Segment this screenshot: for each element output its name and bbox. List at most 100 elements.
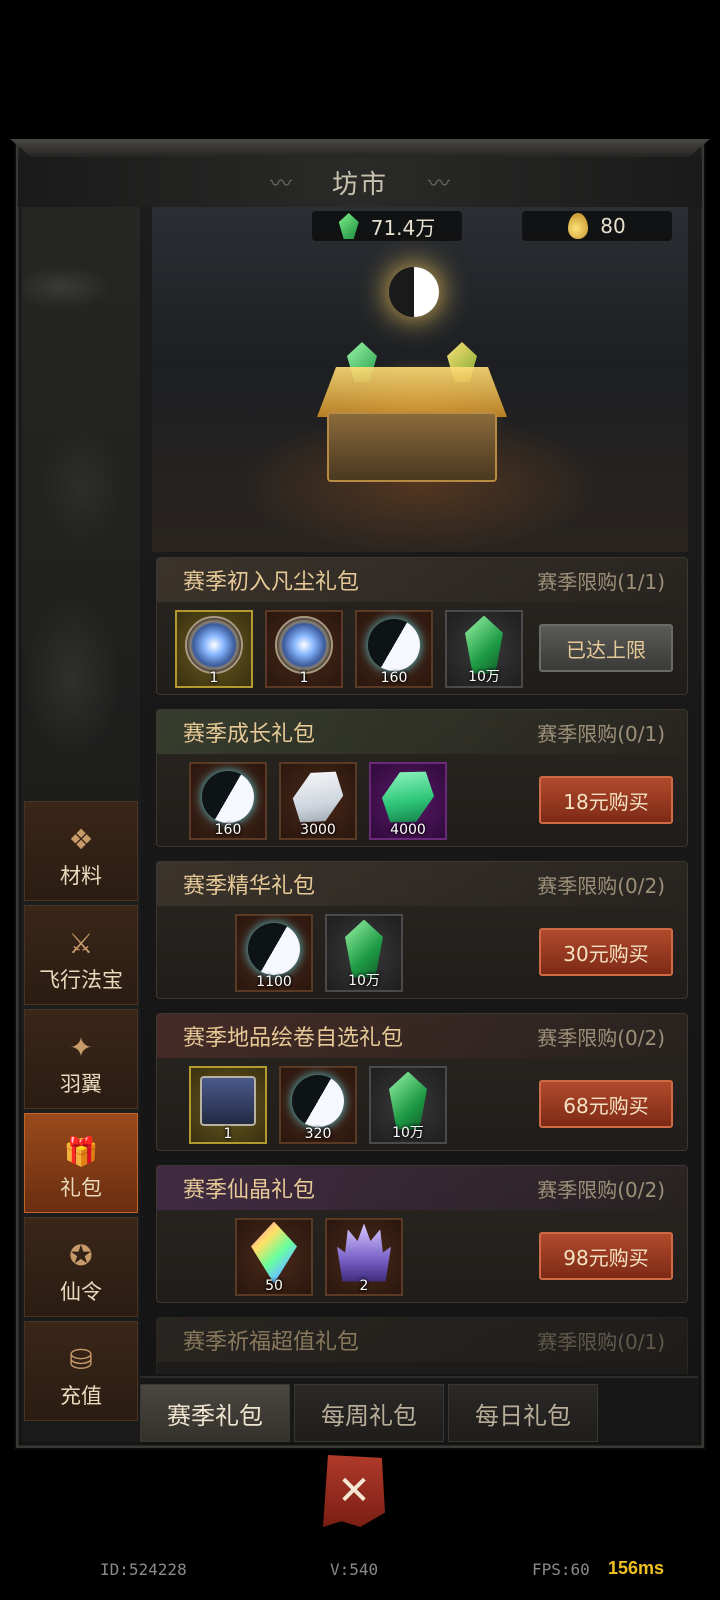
jade-icon (465, 615, 503, 674)
item-count: 1 (299, 670, 309, 686)
rainbow-crystal-icon (251, 1221, 297, 1284)
buy-button[interactable]: 30元购买 (539, 928, 673, 976)
nav-item-flying-treasure[interactable]: ⚔ 飞行法宝 (24, 905, 138, 1005)
coin-amount: 80 (600, 214, 626, 238)
nav-item-gift-packs[interactable]: 🎁 礼包 (24, 1113, 138, 1213)
spirit-coin-icon (568, 213, 589, 239)
tab-weekly-packs[interactable]: 每周礼包 (294, 1384, 444, 1442)
taiji-icon (202, 770, 254, 823)
wings-icon: ✦ (69, 1031, 93, 1064)
item-slot[interactable]: 10万 (445, 610, 523, 688)
package-header: 赛季初入凡尘礼包 赛季限购(1/1) (157, 558, 687, 602)
package-header: 赛季精华礼包 赛季限购(0/2) (157, 862, 687, 906)
item-slot[interactable]: 10万 (369, 1066, 447, 1144)
title-bar: 〰 坊市 〰 (18, 157, 702, 207)
package-items: 160 3000 4000 (189, 762, 447, 840)
shop-content: 71.4万 80 赛季初入凡尘礼包 赛季限购(1/1) 1 1 160 10万 … (148, 207, 688, 1374)
nav-item-label: 材料 (60, 864, 102, 888)
left-nav: ❖ 材料 ⚔ 飞行法宝 ✦ 羽翼 🎁 礼包 ✪ 仙令 ⛁ 充值 (22, 207, 140, 1442)
taiji-icon (368, 618, 420, 671)
scroll-chest-icon (200, 1075, 256, 1126)
limit-reached-button[interactable]: 已达上限 (539, 624, 673, 672)
item-count: 1 (209, 670, 219, 686)
nav-item-materials[interactable]: ❖ 材料 (24, 801, 138, 901)
coins-icon: ⛁ (69, 1343, 93, 1376)
package-header: 赛季成长礼包 赛季限购(0/1) (157, 710, 687, 754)
package-items: 50 2 (235, 1218, 403, 1296)
nav-background-art (22, 207, 140, 807)
item-slot[interactable]: 2 (325, 1218, 403, 1296)
item-slot[interactable]: 320 (279, 1066, 357, 1144)
item-slot[interactable]: 4000 (369, 762, 447, 840)
item-slot[interactable]: 1 (189, 1066, 267, 1144)
treasure-banner: 71.4万 80 (152, 207, 688, 552)
fps-counter: FPS:60 (532, 1560, 590, 1579)
chest-glow (317, 367, 507, 417)
taiji-icon (248, 922, 300, 975)
taiji-icon (389, 267, 439, 317)
item-count: 10万 (348, 973, 380, 989)
panel-ornament (10, 139, 710, 157)
purchase-limit: 赛季限购(0/1) (537, 1329, 665, 1354)
purchase-limit: 赛季限购(0/2) (537, 1025, 665, 1050)
purchase-limit: 赛季限购(0/2) (537, 873, 665, 898)
item-slot[interactable]: 10万 (325, 914, 403, 992)
nav-item-label: 飞行法宝 (39, 968, 123, 992)
item-count: 320 (304, 1126, 332, 1142)
close-icon: ✕ (337, 1468, 371, 1514)
item-slot[interactable]: 50 (235, 1218, 313, 1296)
portal-icon (275, 615, 333, 674)
buy-button[interactable]: 68元购买 (539, 1080, 673, 1128)
item-slot[interactable]: 1100 (235, 914, 313, 992)
item-slot[interactable]: 3000 (279, 762, 357, 840)
nav-item-label: 仙令 (60, 1280, 102, 1304)
buy-button[interactable]: 18元购买 (539, 776, 673, 824)
package-card: 赛季初入凡尘礼包 赛季限购(1/1) 1 1 160 10万 已达上限 (156, 557, 688, 695)
package-items: 1 1 160 10万 (175, 610, 523, 688)
purchase-limit: 赛季限购(1/1) (537, 569, 665, 594)
materials-icon: ❖ (68, 823, 94, 856)
package-items: 1 320 10万 (189, 1066, 447, 1144)
item-count: 160 (380, 670, 408, 686)
package-card: 赛季地品绘卷自选礼包 赛季限购(0/2) 1 320 10万 68元购买 (156, 1013, 688, 1151)
nav-item-label: 羽翼 (60, 1072, 102, 1096)
purchase-limit: 赛季限购(0/2) (537, 1177, 665, 1202)
item-slot[interactable]: 160 (189, 762, 267, 840)
item-count: 10万 (392, 1125, 424, 1141)
package-header: 赛季地品绘卷自选礼包 赛季限购(0/2) (157, 1014, 687, 1058)
jade-icon (338, 213, 359, 239)
version-label: V:540 (330, 1560, 379, 1579)
purchase-limit: 赛季限购(0/1) (537, 721, 665, 746)
tab-season-packs[interactable]: 赛季礼包 (140, 1384, 290, 1442)
package-card: 赛季祈福超值礼包 赛季限购(0/1) (156, 1317, 688, 1374)
nav-item-label: 礼包 (60, 1176, 102, 1200)
item-count: 160 (214, 822, 242, 838)
token-icon: ✪ (69, 1239, 93, 1272)
nav-item-wings[interactable]: ✦ 羽翼 (24, 1009, 138, 1109)
package-title: 赛季地品绘卷自选礼包 (183, 1026, 404, 1051)
nav-item-recharge[interactable]: ⛁ 充值 (24, 1321, 138, 1421)
buy-button[interactable]: 98元购买 (539, 1232, 673, 1280)
close-button[interactable]: ✕ (323, 1455, 385, 1527)
package-card: 赛季成长礼包 赛季限购(0/1) 160 3000 4000 18元购买 (156, 709, 688, 847)
sword-icon: ⚔ (68, 927, 94, 960)
item-slot[interactable]: 160 (355, 610, 433, 688)
jade-icon (345, 919, 383, 978)
player-id: ID:524228 (100, 1560, 187, 1579)
tab-daily-packs[interactable]: 每日礼包 (448, 1384, 598, 1442)
cloud-ornament-right-icon: 〰 (428, 172, 451, 197)
jade-amount: 71.4万 (370, 215, 436, 240)
item-slot[interactable]: 1 (265, 610, 343, 688)
crystal-cluster-icon (337, 1223, 391, 1282)
jade-currency[interactable]: 71.4万 (312, 211, 462, 241)
coin-currency[interactable]: 80 (522, 211, 672, 241)
item-count: 4000 (390, 822, 426, 838)
package-title: 赛季成长礼包 (183, 722, 316, 747)
latency-readout: 156ms (608, 1558, 665, 1578)
jade-icon (389, 1071, 427, 1130)
portal-icon (185, 615, 243, 674)
taiji-icon (292, 1074, 344, 1127)
page-title: 坊市 (331, 169, 388, 200)
item-slot[interactable]: 1 (175, 610, 253, 688)
nav-item-immortal-token[interactable]: ✪ 仙令 (24, 1217, 138, 1317)
